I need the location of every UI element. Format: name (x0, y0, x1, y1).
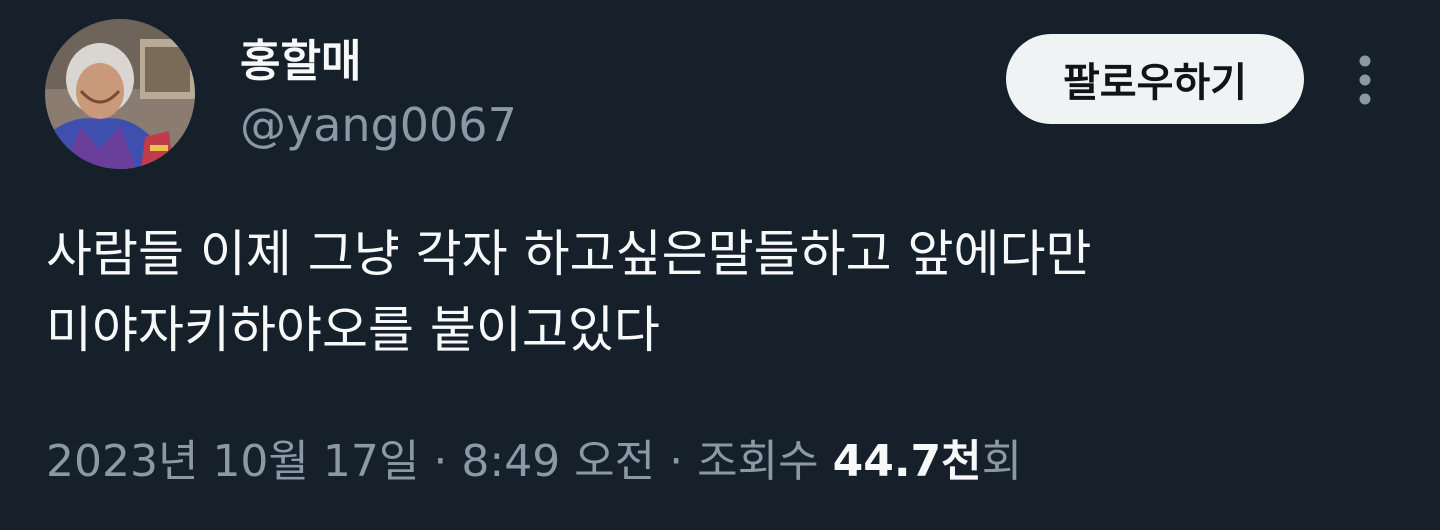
tweet-text: 사람들 이제 그냥 각자 하고싶은말들하고 앞에다만 미야자키하야오를 붙이고있… (46, 216, 1406, 368)
views-label: 조회수 (697, 436, 819, 487)
views-suffix: 회 (981, 436, 1023, 487)
tweet-meta: 2023년 10월 17일 · 8:49 오전 · 조회수 44.7천회 (46, 432, 1022, 492)
more-options-button[interactable] (1340, 50, 1390, 110)
avatar[interactable] (45, 19, 195, 169)
avatar-image (45, 19, 195, 169)
author-display-name[interactable]: 홍할매 (240, 34, 361, 90)
tweet-text-line: 미야자키하야오를 붙이고있다 (46, 301, 660, 359)
views-count[interactable]: 44.7천 (833, 436, 982, 487)
author-handle[interactable]: @yang0067 (240, 96, 517, 154)
tweet-text-line: 사람들 이제 그냥 각자 하고싶은말들하고 앞에다만 (46, 225, 1092, 283)
follow-button[interactable]: 팔로우하기 (1006, 34, 1304, 124)
meta-separator: · (669, 436, 684, 487)
meta-separator: · (433, 436, 448, 487)
tweet-date[interactable]: 2023년 10월 17일 (46, 436, 419, 487)
vertical-ellipsis-icon (1359, 55, 1371, 105)
tweet-time[interactable]: 8:49 오전 (461, 436, 655, 487)
